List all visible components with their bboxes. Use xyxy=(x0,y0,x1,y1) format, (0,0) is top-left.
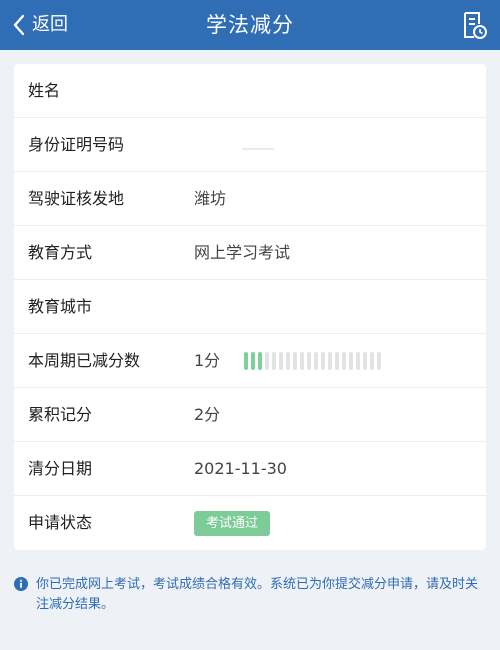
points-progress-bar xyxy=(244,352,381,370)
progress-segment xyxy=(286,352,290,370)
row-value: 网上学习考试 xyxy=(194,243,291,262)
status-badge: 考试通过 xyxy=(194,511,270,536)
row-label: 教育城市 xyxy=(28,297,93,316)
progress-segment xyxy=(370,352,374,370)
row-value: 2分 xyxy=(194,405,221,424)
progress-segment xyxy=(244,352,248,370)
progress-segment xyxy=(251,352,255,370)
row-label: 累积记分 xyxy=(28,405,93,424)
row-label: 身份证明号码 xyxy=(28,135,125,154)
page-title: 学法减分 xyxy=(206,13,294,37)
progress-segment xyxy=(265,352,269,370)
progress-segment xyxy=(356,352,360,370)
row-value: 2021-11-30 xyxy=(194,459,287,478)
row-label: 申请状态 xyxy=(28,513,93,532)
document-button[interactable] xyxy=(460,10,488,40)
row-label: 姓名 xyxy=(28,81,61,100)
progress-segment xyxy=(293,352,297,370)
document-clock-icon xyxy=(464,12,487,39)
info-card: 姓名 身份证明号码 驾驶证核发地 潍坊 教育方式 网上学习考试 教育城市 本周期… xyxy=(14,64,486,550)
row-accumulated-points: 累积记分 2分 xyxy=(14,388,486,442)
progress-segment xyxy=(279,352,283,370)
row-label: 清分日期 xyxy=(28,459,93,478)
top-bar: 返回 学法减分 xyxy=(0,0,500,50)
row-license-issuer: 驾驶证核发地 潍坊 xyxy=(14,172,486,226)
progress-segment xyxy=(258,352,262,370)
progress-segment xyxy=(328,352,332,370)
row-clear-date: 清分日期 2021-11-30 xyxy=(14,442,486,496)
progress-segment xyxy=(342,352,346,370)
progress-segment xyxy=(272,352,276,370)
row-id-number: 身份证明号码 xyxy=(14,118,486,172)
progress-segment xyxy=(349,352,353,370)
progress-segment xyxy=(307,352,311,370)
row-application-status: 申请状态 考试通过 xyxy=(14,496,486,550)
progress-segment xyxy=(377,352,381,370)
row-name: 姓名 xyxy=(14,64,486,118)
row-label: 教育方式 xyxy=(28,243,93,262)
row-value: 1分 xyxy=(194,351,221,370)
row-value: 潍坊 xyxy=(194,189,227,208)
progress-segment xyxy=(321,352,325,370)
progress-segment xyxy=(363,352,367,370)
row-education-city: 教育城市 xyxy=(14,280,486,334)
progress-segment xyxy=(300,352,304,370)
notice-text: 你已完成网上考试，考试成绩合格有效。系统已为你提交减分申请，请及时关注减分结果。 xyxy=(36,577,479,612)
row-label: 本周期已减分数 xyxy=(28,351,141,370)
progress-segment xyxy=(314,352,318,370)
progress-segment xyxy=(335,352,339,370)
row-points-reduced: 本周期已减分数 1分 xyxy=(14,334,486,388)
row-label: 驾驶证核发地 xyxy=(28,189,125,208)
info-icon xyxy=(14,577,28,591)
row-education-method: 教育方式 网上学习考试 xyxy=(14,226,486,280)
masked-value xyxy=(242,148,274,150)
